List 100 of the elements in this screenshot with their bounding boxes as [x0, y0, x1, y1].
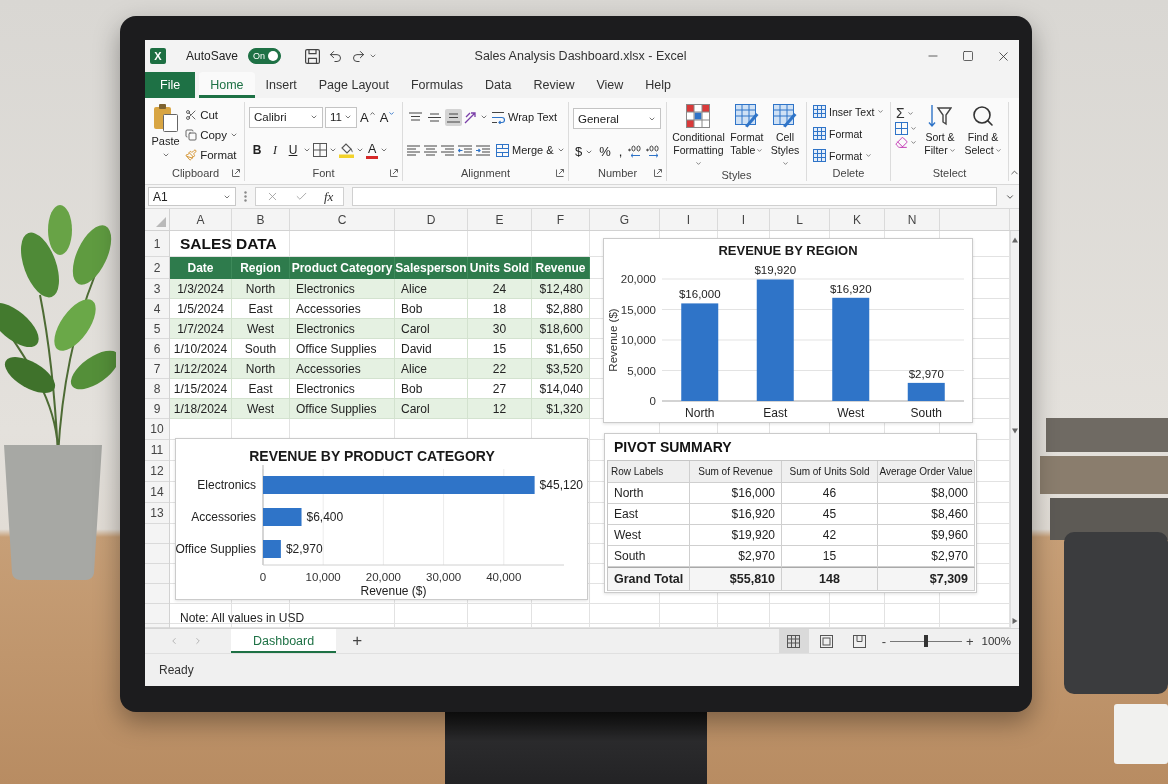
table-cell: Electronics — [290, 319, 395, 339]
down-triangle-icon[interactable] — [1012, 427, 1018, 434]
font-color-button[interactable]: A — [366, 141, 379, 160]
column-header: Average Order Value — [878, 461, 975, 483]
value-label: $16,000 — [678, 288, 721, 301]
autosave-toggle[interactable]: On — [248, 48, 282, 64]
table-cell: 1/3/2024 — [170, 279, 232, 299]
table-cell: 18 — [468, 299, 532, 319]
ribbon-tab[interactable]: Insert — [254, 72, 308, 98]
ribbon-tab[interactable]: Formulas — [399, 72, 475, 98]
percent-button[interactable]: % — [597, 144, 613, 159]
zoom-slider-thumb[interactable] — [924, 635, 928, 647]
format-painter-button[interactable]: Format — [183, 145, 240, 164]
align-left-icon — [407, 144, 420, 156]
underline-button[interactable]: U — [285, 140, 301, 161]
view-button[interactable] — [778, 629, 809, 653]
table-cell: 12 — [468, 399, 532, 419]
check-icon[interactable] — [295, 190, 308, 203]
conditional-formatting-button[interactable]: Conditional Formatting — [671, 102, 726, 169]
cells-command-button[interactable]: Format — [811, 146, 886, 165]
decrease-decimal-icon[interactable] — [646, 145, 661, 158]
font-size-dropdown[interactable]: 11 — [325, 106, 357, 128]
zoom-out-button[interactable]: - — [877, 629, 890, 653]
table-cell: South — [232, 339, 290, 359]
file-tab[interactable]: File — [145, 72, 196, 98]
maximize-icon[interactable] — [962, 50, 974, 62]
row-number: 4 — [145, 299, 169, 319]
table-cell: David — [395, 339, 468, 359]
shrink-font-button[interactable]: A — [378, 109, 397, 125]
table-cell: Electronics — [290, 279, 395, 299]
formula-input[interactable] — [352, 187, 997, 206]
fill-down-icon[interactable] — [895, 122, 908, 135]
paint-bucket-icon[interactable] — [339, 142, 354, 159]
category-label: Office Supplies — [176, 542, 256, 556]
chart-title: REVENUE BY PRODUCT CATEGORY — [249, 448, 495, 464]
save-icon[interactable] — [305, 48, 321, 64]
table-cell: Office Supplies — [290, 339, 395, 359]
ribbon-tab[interactable]: Data — [474, 72, 523, 98]
cell-styles-button[interactable]: Cell Styles — [767, 102, 802, 169]
expand-corner-icon[interactable] — [654, 169, 662, 177]
merge-button[interactable]: Merge & — [494, 140, 567, 160]
indent-increase-icon[interactable] — [476, 144, 490, 156]
sort-filter-button[interactable]: Sort & Filter — [920, 102, 960, 157]
currency-button[interactable]: $ — [573, 144, 585, 159]
ribbon-tab[interactable]: Help — [634, 72, 683, 98]
table-cell: Carol — [395, 319, 468, 339]
caret-icon — [480, 113, 488, 121]
font-name-dropdown[interactable]: Calibri — [249, 106, 323, 128]
format-table-button[interactable]: Format Table — [728, 102, 765, 157]
zoom-in-button[interactable]: + — [962, 629, 978, 653]
name-box[interactable]: A1 — [148, 187, 236, 206]
total-cell: $7,309 — [878, 567, 975, 591]
axis-title: Revenue ($) — [607, 308, 619, 372]
cut-button[interactable]: Cut — [183, 105, 240, 124]
right-triangle-icon[interactable] — [1012, 618, 1018, 624]
ribbon-tab[interactable]: Review — [522, 72, 586, 98]
table-cell: 15 — [468, 339, 532, 359]
table-icon — [813, 149, 826, 162]
align-center-icon — [424, 144, 437, 156]
bold-button[interactable]: B — [249, 140, 265, 161]
wrap-text-button[interactable]: Wrap Text — [490, 107, 560, 127]
value-label: $2,970 — [285, 542, 323, 556]
cells-command-button[interactable]: Format — [811, 124, 886, 143]
sheet-tab[interactable]: Dashboard — [231, 629, 337, 653]
paste-button[interactable]: Paste — [151, 102, 181, 159]
cells-command-button[interactable]: Inser Text — [811, 102, 886, 121]
pivot-title: PIVOT SUMMARY — [613, 438, 733, 457]
up-caret-icon — [368, 109, 376, 117]
ribbon-tab[interactable]: Home — [199, 72, 255, 98]
indent-decrease-icon[interactable] — [458, 144, 472, 156]
expand-corner-icon[interactable] — [390, 169, 398, 177]
comma-button[interactable]: , — [616, 144, 625, 159]
expand-corner-icon[interactable] — [232, 169, 240, 177]
axis-title: Revenue ($) — [360, 584, 427, 598]
align-bottom-button[interactable] — [445, 108, 462, 126]
expand-corner-icon[interactable] — [556, 169, 564, 177]
insert-function-button[interactable]: fx — [324, 188, 334, 205]
italic-button[interactable]: I — [267, 140, 283, 161]
up-triangle-icon[interactable] — [1012, 237, 1018, 243]
vertical-scrollbar[interactable] — [1010, 231, 1019, 628]
column-letter: I — [660, 209, 718, 230]
add-sheet-button[interactable]: + — [336, 629, 379, 653]
ribbon-tab[interactable]: View — [585, 72, 635, 98]
eraser-icon[interactable] — [895, 136, 908, 149]
cell-brush-icon — [772, 104, 797, 128]
column-header: Salesperson — [395, 257, 468, 279]
caret-icon — [695, 159, 703, 167]
table-cell: $2,970 — [878, 546, 975, 567]
autosum-button[interactable]: Σ — [895, 105, 917, 121]
undo-icon[interactable] — [328, 48, 344, 64]
number-format-dropdown[interactable]: General — [573, 108, 661, 129]
increase-decimal-icon[interactable] — [628, 145, 643, 158]
copy-button[interactable]: Copy — [183, 125, 240, 144]
find-select-button[interactable]: Find & Select — [963, 102, 1003, 157]
grow-font-button[interactable]: A — [359, 109, 377, 125]
table-cell: $19,920 — [690, 525, 782, 546]
ribbon-tab[interactable]: Page Layout — [307, 72, 400, 98]
diagonal-arrow-icon[interactable] — [464, 110, 478, 124]
grid-icon[interactable] — [313, 143, 327, 158]
redo-icon[interactable] — [351, 48, 367, 64]
